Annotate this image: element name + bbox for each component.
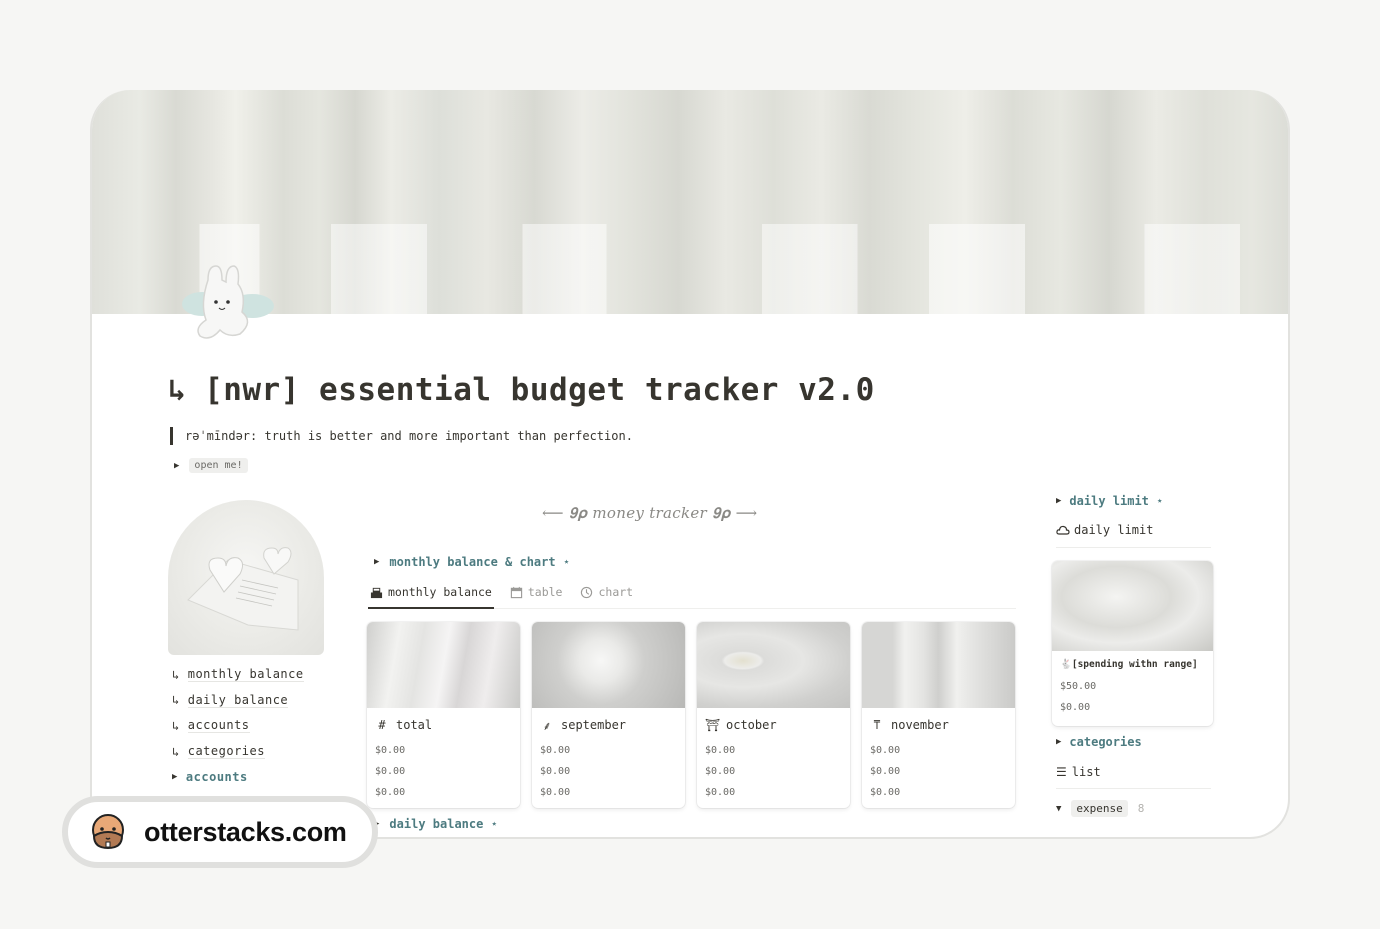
page-title-row: ↳ [nwr] essential budget tracker v2.0	[168, 372, 875, 408]
link-accounts[interactable]: ↳ accounts	[172, 713, 304, 739]
triangle-right-icon[interactable]: ▶	[374, 557, 379, 567]
card-november[interactable]: ⍑ november $0.00 $0.00 $0.00	[862, 622, 1015, 808]
daily-limit-toggle[interactable]: ▶ daily limit ⋆	[1056, 494, 1163, 508]
monthly-balance-toggle[interactable]: ▶ monthly balance & chart ⋆	[374, 555, 570, 569]
card-value: $0.00	[705, 787, 736, 798]
card-value: $0.00	[870, 745, 901, 756]
divider	[1056, 547, 1211, 548]
triangle-down-icon[interactable]: ▼	[1056, 804, 1061, 814]
daily-limit-view-label: daily limit	[1074, 523, 1154, 537]
triangle-right-icon[interactable]: ▶	[174, 461, 179, 471]
clock-chart-icon	[581, 586, 593, 599]
card-value: $0.00	[540, 787, 571, 798]
bunny-icon: 🐇	[1060, 659, 1072, 670]
categories-toggle-label: categories	[1069, 735, 1142, 749]
otter-logo-icon	[92, 814, 124, 850]
watermark-badge: otterstacks.com	[62, 796, 378, 868]
flying-bunny-page-icon[interactable]	[174, 260, 278, 350]
limit-card-cover	[1052, 561, 1213, 651]
card-value: $0.00	[540, 745, 571, 756]
monthly-gallery: # total $0.00 $0.00 $0.00 ⸙ september $0.0…	[367, 622, 1015, 808]
link-arrow-icon: ↳	[172, 693, 180, 708]
card-value: $0.00	[870, 787, 901, 798]
daily-balance-toggle[interactable]: ▶ daily balance ⋆	[374, 817, 498, 831]
link-arrow-icon: ↳	[172, 744, 180, 759]
card-title: november	[891, 718, 949, 732]
accounts-toggle-label: accounts	[185, 770, 248, 785]
money-tracker-banner: ⟵ 𝟗𝛒 money tracker 𝟗𝛒 ⟶	[542, 504, 758, 522]
monthly-balance-toggle-label: monthly balance & chart ⋆	[389, 555, 571, 569]
link-label[interactable]: daily balance	[187, 693, 289, 708]
card-title: october	[726, 718, 777, 732]
leaf-icon: ⸙	[542, 718, 552, 733]
card-title: total	[396, 718, 433, 732]
link-arrow-icon: ↳	[172, 667, 180, 682]
link-label[interactable]: monthly balance	[187, 667, 304, 683]
tab-label: chart	[598, 585, 634, 599]
cloud-icon	[1056, 525, 1070, 535]
triangle-right-icon[interactable]: ▶	[172, 772, 178, 782]
card-october[interactable]: ⛩ october $0.00 $0.00 $0.00	[697, 622, 850, 808]
card-cover-plush	[532, 622, 685, 708]
expense-group[interactable]: ▼ expense 8	[1056, 800, 1144, 817]
left-nav: ↳ monthly balance ↳ daily balance ↳ acco…	[172, 662, 304, 790]
card-cover-turntable	[697, 622, 850, 708]
paint-roller-icon: ⍑	[873, 718, 881, 732]
card-total[interactable]: # total $0.00 $0.00 $0.00	[367, 622, 520, 808]
card-cover-socks	[862, 622, 1015, 708]
card-value: $0.00	[375, 766, 406, 777]
limit-card-title: 🐇[spending withn range]	[1060, 659, 1205, 670]
limit-value: $0.00	[1060, 702, 1091, 713]
card-value: $0.00	[705, 745, 736, 756]
list-icon: ☰	[1056, 765, 1067, 779]
open-me-toggle[interactable]: ▶ open me!	[174, 458, 248, 473]
link-label[interactable]: accounts	[187, 718, 250, 734]
daily-limit-toggle-label: daily limit ⋆	[1069, 494, 1164, 508]
torii-gate-icon: ⛩	[705, 718, 721, 732]
tab-label: table	[527, 585, 563, 599]
return-arrow-icon: ↳	[168, 372, 187, 408]
daily-balance-toggle-label: daily balance ⋆	[389, 817, 498, 831]
card-september[interactable]: ⸙ september $0.00 $0.00 $0.00	[532, 622, 685, 808]
view-tabs: monthly balance table chart	[368, 582, 1016, 609]
triangle-right-icon[interactable]: ▶	[1056, 737, 1061, 747]
triangle-right-icon[interactable]: ▶	[1056, 496, 1061, 506]
list-view-label: list	[1071, 765, 1101, 779]
cash-register-icon	[370, 587, 383, 599]
tab-label: monthly balance	[388, 585, 492, 599]
tab-monthly-balance[interactable]: monthly balance	[368, 582, 494, 609]
card-value: $0.00	[540, 766, 571, 777]
divider	[1056, 788, 1211, 789]
notion-page-frame: ↳ [nwr] essential budget tracker v2.0 rə…	[90, 90, 1290, 839]
link-label[interactable]: categories	[187, 744, 265, 760]
watermark-text: otterstacks.com	[144, 816, 347, 847]
calendar-icon	[510, 586, 523, 599]
tab-table[interactable]: table	[508, 582, 565, 609]
card-value: $0.00	[705, 766, 736, 777]
categories-toggle[interactable]: ▶ categories	[1056, 735, 1142, 749]
link-daily-balance[interactable]: ↳ daily balance	[172, 688, 304, 714]
link-monthly-balance[interactable]: ↳ monthly balance	[172, 662, 304, 688]
accounts-toggle[interactable]: ▶ accounts	[172, 764, 304, 790]
daily-limit-card[interactable]: 🐇[spending withn range] $50.00 $0.00	[1052, 561, 1213, 726]
hash-icon: #	[378, 718, 386, 732]
expense-group-label: expense	[1071, 800, 1128, 817]
tab-chart[interactable]: chart	[578, 582, 635, 609]
card-value: $0.00	[375, 745, 406, 756]
card-cover-bunny	[367, 622, 520, 708]
list-view-tab[interactable]: ☰ list	[1056, 765, 1101, 779]
expense-group-count: 8	[1137, 802, 1145, 815]
link-categories[interactable]: ↳ categories	[172, 739, 304, 765]
reminder-quote: rəˈmīndər: truth is better and more impo…	[170, 427, 633, 445]
card-value: $0.00	[870, 766, 901, 777]
limit-value: $50.00	[1060, 681, 1097, 692]
open-me-label: open me!	[189, 458, 248, 473]
card-value: $0.00	[375, 787, 406, 798]
daily-limit-view-tab[interactable]: daily limit	[1056, 523, 1153, 537]
card-title: september	[561, 718, 627, 732]
page-title: [nwr] essential budget tracker v2.0	[204, 372, 875, 408]
limit-card-title-text: [spending withn range]	[1071, 659, 1198, 670]
link-arrow-icon: ↳	[172, 718, 180, 733]
hearts-arch-image	[168, 500, 324, 655]
